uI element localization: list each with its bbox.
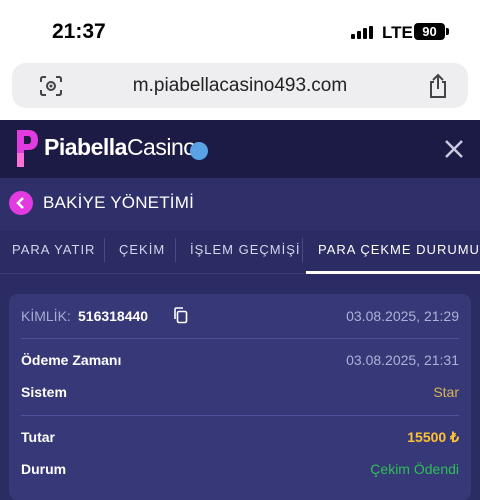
status-value: Çekim Ödendi: [370, 461, 459, 477]
system-row: Sistem Star: [21, 382, 459, 404]
status-row: Durum Çekim Ödendi: [21, 459, 459, 481]
active-tab-indicator: [306, 271, 480, 274]
tab-para-yatir[interactable]: PARA YATIR: [12, 242, 95, 257]
tab-cekim[interactable]: ÇEKİM: [119, 242, 165, 257]
payment-time-value: 03.08.2025, 21:31: [346, 352, 459, 368]
status-label: Durum: [21, 461, 67, 477]
system-value: Star: [433, 384, 459, 400]
id-value: 516318440: [78, 308, 149, 324]
site-header: PiabellaCasino: [0, 120, 480, 178]
divider: [21, 338, 459, 339]
payment-time-label: Ödeme Zamanı: [21, 352, 122, 368]
amount-value: 15500 ₺: [407, 429, 459, 445]
status-bar: 21:37 LTE 90: [0, 0, 480, 60]
tab-bar: PARA YATIR ÇEKİM İŞLEM GEÇMİŞİ PARA ÇEKM…: [0, 230, 480, 274]
signal-icon: [351, 26, 375, 39]
url-bar[interactable]: m.piabellacasino493.com: [12, 63, 468, 108]
tab-para-cekme-durumu[interactable]: PARA ÇEKME DURUMU: [318, 242, 480, 257]
copy-icon[interactable]: [173, 307, 188, 324]
amount-label: Tutar: [21, 429, 55, 445]
logo-text-light: Casino: [126, 134, 196, 160]
logo-text[interactable]: PiabellaCasino: [44, 134, 196, 161]
section-header: BAKİYE YÖNETİMİ: [0, 178, 480, 230]
payment-time-row: Ödeme Zamanı 03.08.2025, 21:31: [21, 350, 459, 372]
tab-separator: [104, 238, 105, 262]
id-label: KİMLİK:: [21, 308, 71, 324]
page-tools-icon[interactable]: [39, 75, 63, 97]
withdrawal-card: KİMLİK: 516318440 03.08.2025, 21:29 Ödem…: [9, 294, 471, 500]
created-at: 03.08.2025, 21:29: [346, 308, 459, 324]
logo-icon: [17, 130, 38, 167]
logo-text-bold: Piabella: [44, 134, 127, 160]
browser-bar: m.piabellacasino493.com: [0, 60, 480, 120]
withdrawal-id-row: KİMLİK: 516318440 03.08.2025, 21:29: [21, 306, 459, 328]
section-title: BAKİYE YÖNETİMİ: [43, 193, 195, 212]
tab-separator: [175, 238, 176, 262]
tab-islem-gecmisi[interactable]: İŞLEM GEÇMİŞİ: [190, 242, 301, 257]
system-label: Sistem: [21, 384, 67, 400]
share-icon[interactable]: [426, 73, 450, 99]
status-time: 21:37: [52, 20, 106, 43]
close-icon[interactable]: [443, 138, 465, 160]
divider: [21, 415, 459, 416]
amount-row: Tutar 15500 ₺: [21, 427, 459, 449]
network-type: LTE: [382, 23, 413, 42]
chevron-left-icon: [16, 197, 24, 209]
url-text[interactable]: m.piabellacasino493.com: [12, 63, 468, 108]
back-button[interactable]: [9, 191, 33, 215]
battery-icon: 90: [414, 23, 445, 40]
battery-cap: [446, 28, 449, 35]
tab-separator: [302, 238, 303, 262]
online-status-dot: [190, 142, 208, 160]
